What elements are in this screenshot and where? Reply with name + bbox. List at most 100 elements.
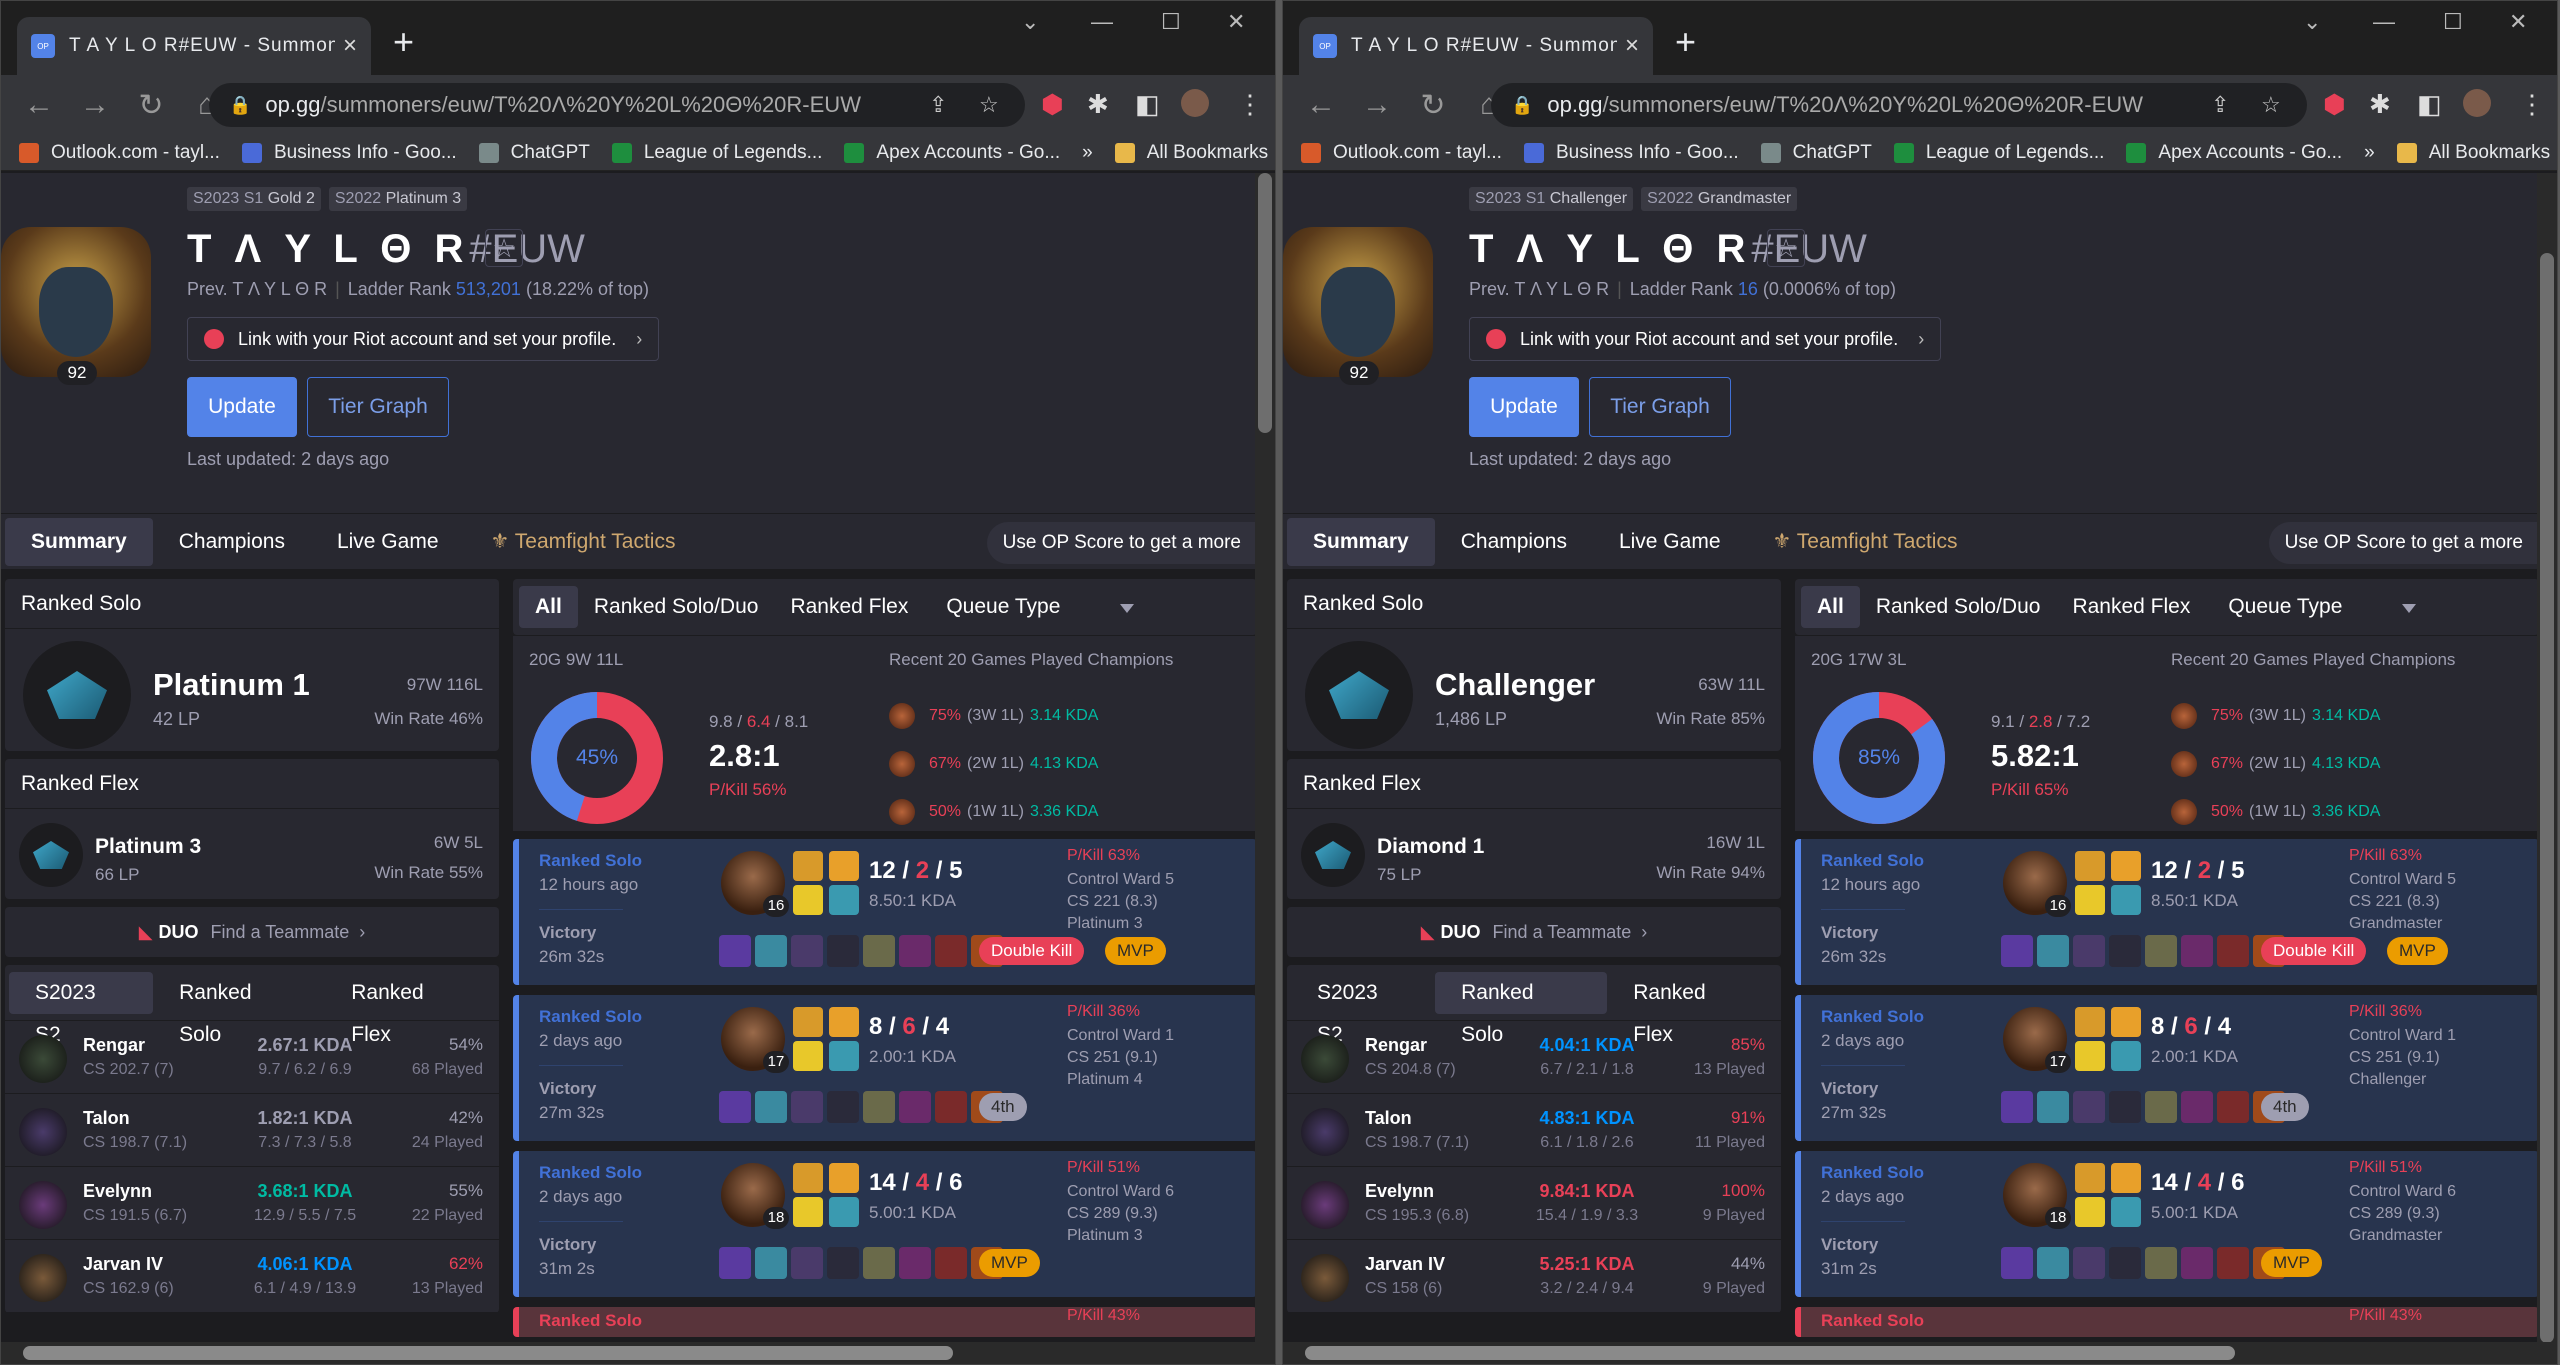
nav-tab-live-game[interactable]: Live Game [311, 518, 465, 566]
champion-row[interactable]: Rengar CS 202.7 (7) 2.67:1 KDA 9.7 / 6.2 / … [5, 1021, 499, 1094]
browser-tab[interactable]: OP T A Y L O R#EUW - Summoner S × [17, 17, 371, 75]
new-tab-icon[interactable]: + [393, 21, 414, 63]
extensions-puzzle-icon[interactable]: ✱ [1087, 89, 1109, 120]
bookmark-5[interactable]: » [2364, 142, 2375, 164]
horizontal-scroll-thumb[interactable] [1305, 1346, 2235, 1360]
riot-link-button[interactable]: Link with your Riot account and set your… [187, 317, 660, 361]
bookmark-6[interactable]: All Bookmarks [1114, 142, 1268, 164]
match-card-partial[interactable]: Ranked Solo P/Kill 43% [1795, 1307, 2539, 1337]
close-window-icon[interactable]: ✕ [1227, 9, 1245, 35]
close-window-icon[interactable]: ✕ [2509, 9, 2527, 35]
queue-tab[interactable]: Ranked Solo/Duo [1860, 586, 2057, 628]
season-tab[interactable]: Ranked Solo [153, 972, 325, 1046]
champion-row[interactable]: Jarvan IV CS 162.9 (6) 4.06:1 KDA 6.1 / 4.9… [5, 1240, 499, 1313]
sidepanel-icon[interactable]: ◧ [1135, 89, 1160, 120]
season-tab[interactable]: S2023 S2 [1291, 972, 1435, 1046]
tab-search-icon[interactable]: ⌄ [1021, 9, 1039, 35]
bookmark-star-icon[interactable]: ☆ [2261, 92, 2281, 118]
adblock-extension-icon[interactable]: ⬢ [2323, 89, 2346, 120]
vertical-scrollbar[interactable] [2537, 173, 2557, 1343]
nav-tab-summary[interactable]: Summary [1287, 517, 1435, 566]
season-tab[interactable]: Ranked Flex [325, 972, 495, 1046]
extensions-puzzle-icon[interactable]: ✱ [2369, 89, 2391, 120]
queue-tab[interactable]: Ranked Flex [774, 586, 924, 628]
back-icon[interactable]: ← [1303, 88, 1339, 122]
browser-tab[interactable]: OP T A Y L O R#EUW - Summoner S × [1299, 17, 1653, 75]
maximize-icon[interactable]: ☐ [1161, 9, 1181, 35]
reload-icon[interactable]: ↻ [133, 88, 169, 123]
bookmark-2[interactable]: ChatGPT [478, 142, 590, 164]
close-tab-icon[interactable]: × [1625, 32, 1639, 60]
address-bar[interactable]: 🔒 op.gg/summoners/euw/T%20Λ%20Y%20L%20Θ%… [209, 83, 1025, 127]
champion-row[interactable]: Talon CS 198.7 (7.1) 4.83:1 KDA 6.1 / 1.8 /… [1287, 1094, 1781, 1167]
vertical-scroll-thumb[interactable] [1258, 173, 1272, 433]
share-icon[interactable]: ⇪ [929, 92, 947, 118]
minimize-icon[interactable]: — [2373, 9, 2395, 35]
reload-icon[interactable]: ↻ [1415, 88, 1451, 123]
nav-tab-champions[interactable]: Champions [1435, 518, 1593, 566]
bookmark-3[interactable]: League of Legends... [611, 142, 822, 164]
queue-tab[interactable]: Ranked Flex [2056, 586, 2206, 628]
favorite-star-button[interactable]: ☆ [1767, 229, 1805, 267]
nav-tab-teamfight-tactics[interactable]: ⚜ Teamfight Tactics [1747, 518, 1984, 566]
bookmark-star-icon[interactable]: ☆ [979, 92, 999, 118]
champion-row[interactable]: Talon CS 198.7 (7.1) 1.82:1 KDA 7.3 / 7.3 /… [5, 1094, 499, 1167]
bookmark-3[interactable]: League of Legends... [1893, 142, 2104, 164]
ladder-rank-link[interactable]: 16 [1738, 279, 1758, 299]
match-card-partial[interactable]: Ranked Solo P/Kill 43% [513, 1307, 1257, 1337]
queue-tab[interactable]: All [1801, 586, 1860, 628]
sidepanel-icon[interactable]: ◧ [2417, 89, 2442, 120]
forward-icon[interactable]: → [77, 88, 113, 122]
match-card[interactable]: Ranked Solo 2 days ago Victory 31m 2s 18 14 /… [1795, 1151, 2539, 1297]
champion-row[interactable]: Jarvan IV CS 158 (6) 5.25:1 KDA 3.2 / 2.4 /… [1287, 1240, 1781, 1313]
season-tab[interactable]: S2023 S2 [9, 971, 154, 1046]
close-tab-icon[interactable]: × [343, 32, 357, 60]
horizontal-scrollbar[interactable] [1, 1342, 1275, 1364]
op-score-promo[interactable]: Use OP Score to get a more [2268, 522, 2539, 564]
bookmark-0[interactable]: Outlook.com - tayl... [1301, 142, 1502, 164]
menu-kebab-icon[interactable]: ⋮ [1237, 89, 1263, 120]
address-bar[interactable]: 🔒 op.gg/summoners/euw/T%20Λ%20Y%20L%20Θ%… [1491, 83, 2307, 127]
riot-link-button[interactable]: Link with your Riot account and set your… [1469, 317, 1942, 361]
find-teammate-button[interactable]: ◣ DUO Find a Teammate › [1287, 907, 1781, 957]
match-card[interactable]: Ranked Solo 12 hours ago Victory 26m 32s 16 1… [513, 839, 1257, 985]
favorite-star-button[interactable]: ☆ [485, 229, 523, 267]
bookmark-5[interactable]: » [1082, 142, 1093, 164]
nav-tab-live-game[interactable]: Live Game [1593, 518, 1747, 566]
menu-kebab-icon[interactable]: ⋮ [2519, 89, 2545, 120]
share-icon[interactable]: ⇪ [2211, 92, 2229, 118]
bookmark-4[interactable]: Apex Accounts - Go... [2126, 142, 2342, 164]
nav-tab-teamfight-tactics[interactable]: ⚜ Teamfight Tactics [465, 518, 702, 566]
bookmark-2[interactable]: ChatGPT [1760, 142, 1872, 164]
find-teammate-button[interactable]: ◣ DUO Find a Teammate › [5, 907, 499, 957]
maximize-icon[interactable]: ☐ [2443, 9, 2463, 35]
match-card[interactable]: Ranked Solo 12 hours ago Victory 26m 32s 16 1… [1795, 839, 2539, 985]
nav-tab-summary[interactable]: Summary [5, 517, 153, 566]
match-card[interactable]: Ranked Solo 2 days ago Victory 27m 32s 17 8 /… [1795, 995, 2539, 1141]
tier-graph-button[interactable]: Tier Graph [307, 377, 449, 437]
bookmark-0[interactable]: Outlook.com - tayl... [19, 142, 220, 164]
bookmark-6[interactable]: All Bookmarks [2396, 142, 2550, 164]
queue-tab[interactable]: All [519, 586, 578, 628]
back-icon[interactable]: ← [21, 88, 57, 122]
champion-row[interactable]: Evelynn CS 195.3 (6.8) 9.84:1 KDA 15.4 / 1.… [1287, 1167, 1781, 1240]
queue-type-select[interactable]: Queue Type [934, 595, 1146, 619]
match-card[interactable]: Ranked Solo 2 days ago Victory 31m 2s 18 14 /… [513, 1151, 1257, 1297]
update-button[interactable]: Update [187, 377, 297, 437]
vertical-scrollbar[interactable] [1255, 173, 1275, 1343]
update-button[interactable]: Update [1469, 377, 1579, 437]
new-tab-icon[interactable]: + [1675, 21, 1696, 63]
horizontal-scrollbar[interactable] [1283, 1342, 2557, 1364]
op-score-promo[interactable]: Use OP Score to get a more [986, 522, 1257, 564]
minimize-icon[interactable]: — [1091, 9, 1113, 35]
bookmark-4[interactable]: Apex Accounts - Go... [844, 142, 1060, 164]
tier-graph-button[interactable]: Tier Graph [1589, 377, 1731, 437]
forward-icon[interactable]: → [1359, 88, 1395, 122]
bookmark-1[interactable]: Business Info - Goo... [241, 142, 457, 164]
profile-avatar-icon[interactable] [2463, 89, 2491, 117]
vertical-scroll-thumb[interactable] [2540, 253, 2554, 1343]
bookmark-1[interactable]: Business Info - Goo... [1523, 142, 1739, 164]
season-tab[interactable]: Ranked Solo [1435, 971, 1608, 1046]
horizontal-scroll-thumb[interactable] [23, 1346, 953, 1360]
queue-type-select[interactable]: Queue Type [2216, 595, 2428, 619]
